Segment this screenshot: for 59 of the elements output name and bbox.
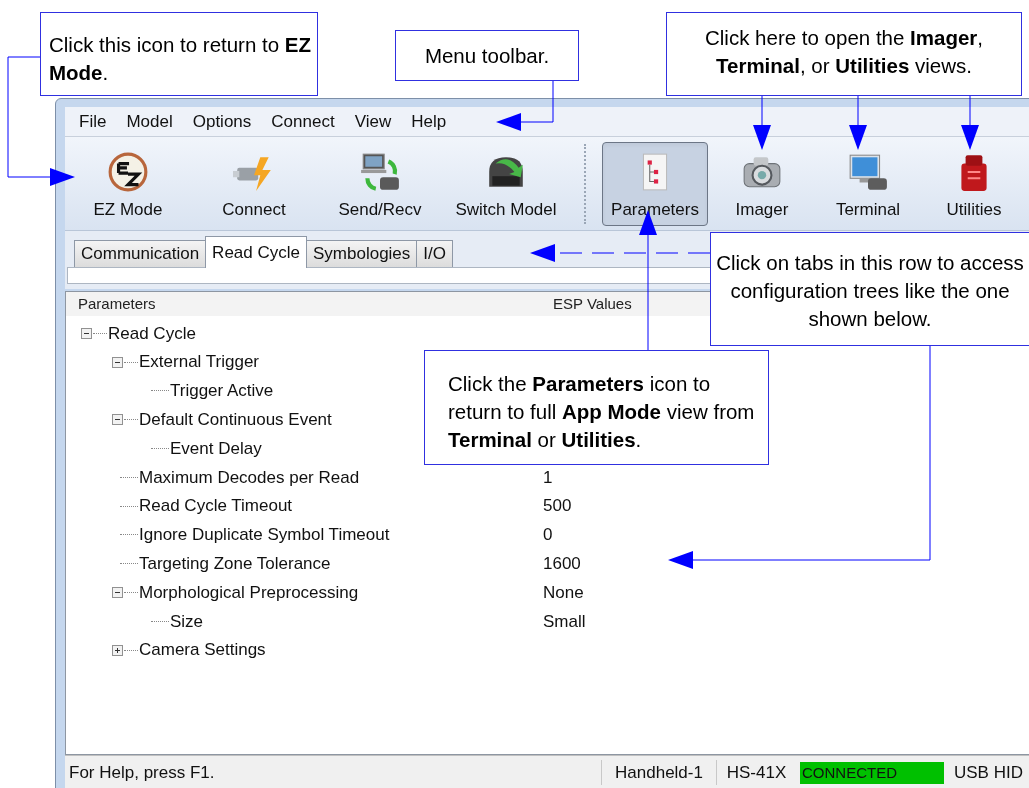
tree-item[interactable]: Default Continuous Event (139, 407, 332, 433)
callout-arrow (961, 94, 979, 150)
menu-item[interactable]: Options (182, 108, 262, 135)
collapse-icon[interactable] (81, 327, 92, 339)
callout-arrow (496, 79, 554, 131)
callout-note: Click this icon to return to EZ Mode. (40, 12, 318, 96)
callout-note: Click on tabs in this row to access configuration trees like the one shown below. (710, 232, 1029, 346)
computer-device-arrows-icon (359, 151, 401, 193)
column-header: ESP Values (552, 293, 632, 314)
status-field: Handheld-1 (601, 759, 716, 786)
menu-item[interactable]: File (69, 108, 117, 135)
callout-arrow (753, 94, 771, 150)
parameter-value: 0 (543, 524, 553, 547)
collapse-icon[interactable] (112, 356, 123, 368)
tree-item[interactable]: Event Delay (170, 435, 262, 462)
tree-item[interactable]: Trigger Active (170, 378, 274, 404)
callout-arrow (849, 94, 867, 150)
toolbar-button[interactable]: Send/Recv (317, 141, 443, 226)
menu-item[interactable]: Connect (261, 108, 345, 135)
status-field: HS-41X (716, 759, 796, 786)
connection-status: CONNECTED (800, 761, 944, 784)
toolbar-button[interactable]: Connect (191, 141, 317, 226)
callout-note: Click the Parameters icon to return to full App Mode view from Terminal or Utilities. (424, 350, 769, 465)
parameter-value: 1 (543, 466, 553, 489)
tree-item[interactable]: Read Cycle Timeout (139, 493, 293, 519)
tree-item[interactable]: Morphological Preprocessing (139, 579, 359, 606)
menu-item[interactable]: Help (401, 108, 457, 135)
toolbar-button[interactable]: Switch Model (443, 141, 569, 226)
expand-icon[interactable] (112, 644, 123, 656)
status-field: USB HID (944, 759, 1029, 786)
tab[interactable]: Communication (74, 240, 207, 267)
tab[interactable]: Symbologies (306, 240, 418, 267)
tree-item[interactable]: Camera Settings (139, 637, 266, 663)
callout-note: Menu toolbar. (395, 30, 579, 81)
toolbar-button[interactable]: Parameters (602, 141, 708, 226)
toolbar-button[interactable]: Utilities (922, 141, 1026, 226)
parameter-value: Small (543, 610, 586, 633)
toolbar-button[interactable]: EZ Mode (65, 141, 191, 226)
menu-item[interactable]: View (344, 108, 402, 135)
tree-item[interactable]: Ignore Duplicate Symbol Timeout (139, 522, 390, 548)
collapse-icon[interactable] (112, 414, 123, 426)
toolbar-button[interactable]: Imager (710, 141, 814, 226)
parameter-value: 500 (543, 495, 572, 518)
status-message: For Help, press F1. (68, 761, 216, 784)
tree-item[interactable]: Maximum Decodes per Read (139, 464, 360, 491)
column-header: Parameters (77, 293, 157, 314)
ez-badge-icon (107, 151, 149, 193)
toolbar-button[interactable]: Terminal (816, 141, 920, 226)
tab[interactable]: I/O (416, 240, 453, 267)
callout-note: Click here to open the Imager, Terminal, or Utilities views. (666, 12, 1022, 96)
tree-item[interactable]: External Trigger (139, 349, 259, 375)
tree-item[interactable]: Size (170, 608, 204, 635)
parameter-value: None (543, 581, 584, 604)
tree-item[interactable]: Read Cycle (108, 320, 196, 347)
menu-item[interactable]: Model (116, 108, 183, 135)
parameter-value: 1600 (543, 553, 581, 575)
tree-item[interactable]: Targeting Zone Tolerance (139, 551, 331, 577)
collapse-icon[interactable] (112, 587, 123, 599)
tab[interactable]: Read Cycle (205, 236, 307, 268)
